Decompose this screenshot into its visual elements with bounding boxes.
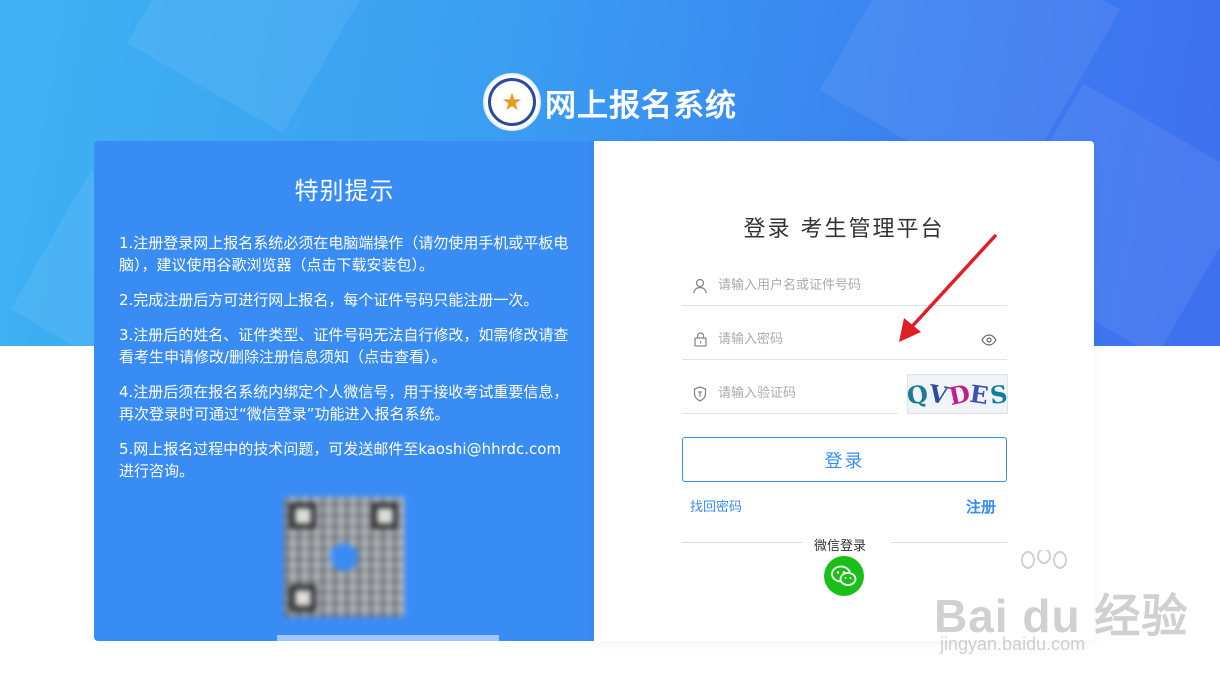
captcha-image[interactable]: Q V D E S [905,374,1010,414]
site-title: 网上报名系统 [545,87,737,124]
user-icon [692,278,708,294]
baidu-watermark: Bai du 经验 jingyan.baidu.com [930,550,1190,660]
notice-item: 2.完成注册后方可进行网上报名，每个证件号码只能注册一次。 [119,291,539,309]
divider [891,542,1007,543]
login-title: 登录 考生管理平台 [743,217,945,242]
notice-title: 特别提示 [294,177,395,205]
site-logo: ★ [483,73,541,131]
wechat-login-button[interactable] [824,556,864,596]
register-link[interactable]: 注册 [966,496,996,517]
wechat-icon [831,565,857,586]
captcha-field [682,374,898,414]
login-button[interactable]: 登录 [682,437,1007,482]
forgot-password-link[interactable]: 找回密码 [690,496,742,515]
wechat-login-label: 微信登录 [814,539,867,554]
qr-code [284,497,404,617]
notice-item: 1.注册登录网上报名系统必须在电脑端操作（请勿使用手机或平板电脑），建议使用谷歌… [119,234,569,274]
qr-caption-bar [277,635,499,641]
captcha-input[interactable] [718,386,888,401]
notice-item: 3.注册后的姓名、证件类型、证件号码无法自行修改，如需修改请查看考生申请修改/删… [119,326,569,366]
site-header: ★ 网上报名系统 [0,72,1220,132]
watermark-url: jingyan.baidu.com [940,634,1086,654]
notice-item: 4.注册后须在报名系统内绑定个人微信号，用于接收考试重要信息，再次登录时可通过“… [119,383,569,423]
captcha-char: S [988,378,1010,410]
notice-panel: 特别提示 1.注册登录网上报名系统必须在电脑端操作（请勿使用手机或平板电脑），建… [94,141,594,641]
red-arrow-annotation [899,234,997,342]
star-icon: ★ [501,88,523,116]
lock-icon [692,332,708,348]
notice-item: 5.网上报名过程中的技术问题，可发送邮件至kaoshi@hhrdc.com进行咨… [119,440,562,480]
divider [682,542,802,543]
shield-icon [692,385,708,402]
